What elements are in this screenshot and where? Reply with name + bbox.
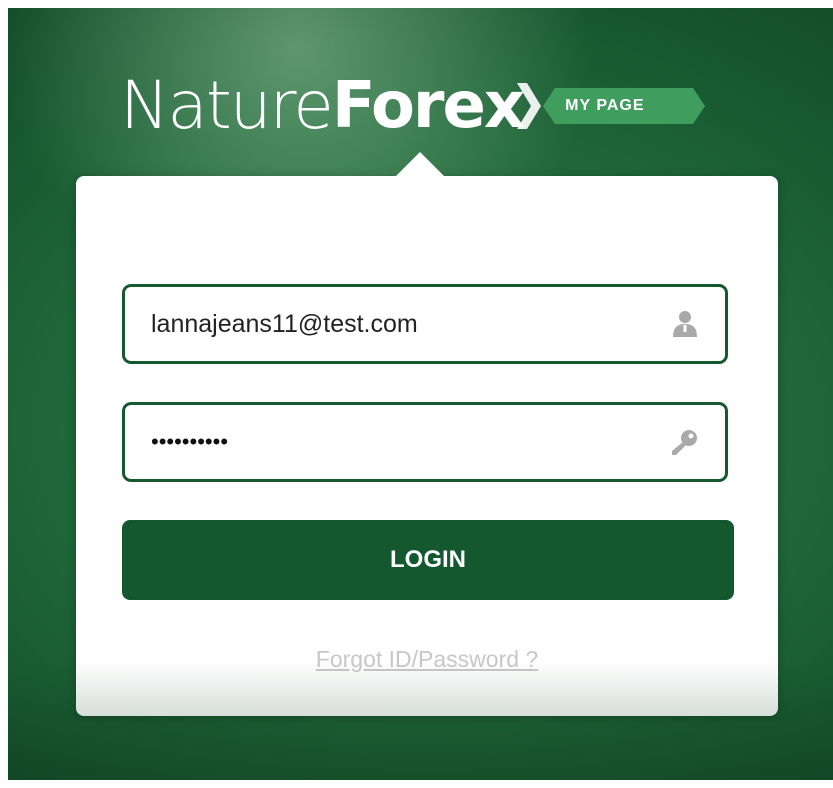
logo-chevron-icon (517, 83, 542, 129)
logo-text-nature: Nature (120, 67, 334, 144)
password-field[interactable] (122, 402, 728, 482)
email-input[interactable] (125, 287, 665, 361)
my-page-label: MY PAGE (565, 97, 645, 114)
key-icon (665, 422, 705, 462)
email-field[interactable] (122, 284, 728, 364)
password-input[interactable] (125, 405, 665, 479)
logo-text-forex: Forex (331, 69, 525, 143)
login-card: LOGIN Forgot ID/Password ? (76, 152, 778, 716)
login-background: Nature Forex MY PAGE lannajeans11@test.c… (8, 8, 833, 780)
card-pointer (396, 152, 444, 176)
user-icon (665, 304, 705, 344)
my-page-badge: MY PAGE (543, 88, 706, 124)
forgot-password-link[interactable]: Forgot ID/Password ? (76, 646, 778, 673)
naturefores-logo: Nature Forex MY PAGE (120, 66, 706, 146)
login-button[interactable]: LOGIN (122, 520, 734, 600)
